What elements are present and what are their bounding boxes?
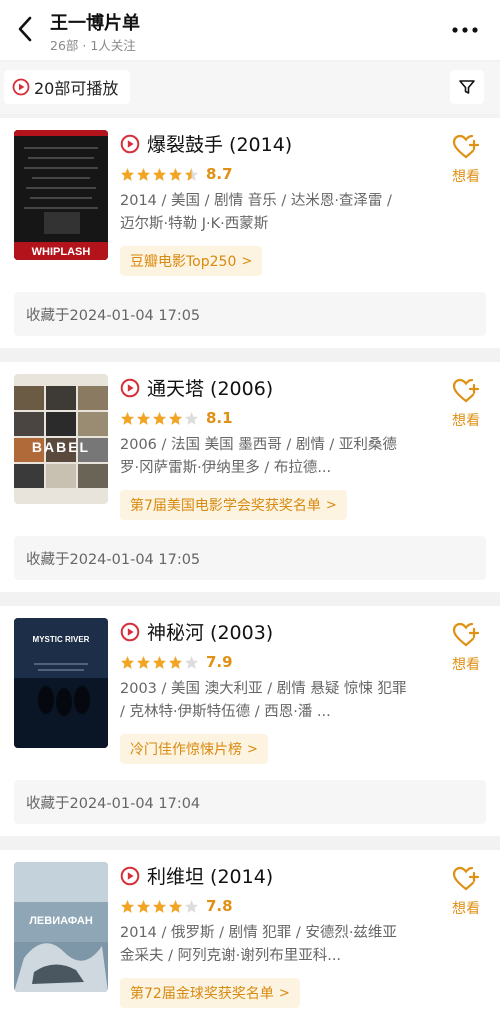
movie-title[interactable]: 爆裂鼓手 (2014)	[120, 130, 292, 157]
movie-card[interactable]: ЛЕВИАФАН 利维坦 (2014) 7.8 2014 / 俄罗斯 / 剧情 …	[0, 850, 500, 1014]
movie-poster[interactable]: MYSTIC RIVER	[14, 618, 108, 748]
play-circle-icon	[120, 622, 140, 641]
list-tag[interactable]: 第7届美国电影学会奖获奖名单 >	[120, 490, 347, 520]
list-tag[interactable]: 冷门佳作惊悚片榜 >	[120, 734, 268, 764]
star-rating	[120, 655, 200, 670]
want-to-watch-button[interactable]: 想看	[446, 132, 486, 186]
chevron-right-icon: >	[247, 741, 258, 757]
play-circle-icon	[120, 134, 140, 153]
movie-card[interactable]: MYSTIC RIVER 神秘河 (2003) 7.9 2003 / 美国 澳大…	[0, 606, 500, 836]
star-rating	[120, 411, 200, 426]
poster-title: BABEL	[32, 439, 90, 455]
poster-title: MYSTIC RIVER	[33, 635, 90, 644]
movie-card[interactable]: BABEL 通天塔 (2006) 8.1 2006 / 法国 美国 墨西哥 / …	[0, 362, 500, 592]
list-tag-label: 第72届金球奖获奖名单	[130, 986, 274, 1002]
movie-title-text: 神秘河 (2003)	[147, 622, 274, 644]
movie-meta: 2003 / 美国 澳大利亚 / 剧情 悬疑 惊悚 犯罪 / 克林特·伊斯特伍德…	[120, 681, 407, 720]
star-full-icon	[120, 899, 135, 913]
movie-meta: 2014 / 美国 / 剧情 音乐 / 达米恩·查泽雷 / 迈尔斯·特勒 J·K…	[120, 193, 392, 232]
star-full-icon	[152, 411, 167, 425]
top-bar: 王一博片单 26部 · 1人关注	[0, 0, 500, 60]
collected-date: 收藏于2024-01-04 17:05	[14, 536, 486, 580]
star-rating	[120, 899, 200, 914]
rating-score: 7.8	[206, 897, 233, 915]
play-circle-icon	[12, 78, 30, 96]
more-options-icon[interactable]	[450, 20, 480, 40]
collected-date: 收藏于2024-01-04 17:04	[14, 780, 486, 824]
star-half-icon	[184, 167, 199, 181]
back-arrow-icon[interactable]	[14, 14, 38, 44]
chevron-right-icon: >	[278, 985, 290, 1001]
movie-meta: 2014 / 俄罗斯 / 剧情 犯罪 / 安德烈·兹维亚金采夫 / 阿列克谢·谢…	[120, 925, 397, 964]
rating-score: 8.7	[206, 165, 233, 183]
movie-title[interactable]: 神秘河 (2003)	[120, 618, 273, 645]
chevron-right-icon: >	[241, 253, 253, 269]
movie-title[interactable]: 通天塔 (2006)	[120, 374, 273, 401]
want-to-watch-button[interactable]: 想看	[446, 864, 486, 918]
star-full-icon	[152, 655, 167, 669]
list-tag-label: 豆瓣电影Top250	[130, 254, 237, 270]
movie-title-text: 通天塔 (2006)	[147, 378, 274, 400]
star-full-icon	[120, 655, 135, 669]
heart-plus-icon	[452, 866, 480, 891]
page-title: 王一博片单	[50, 13, 140, 34]
star-full-icon	[168, 899, 183, 913]
star-full-icon	[168, 411, 183, 425]
movie-title[interactable]: 利维坦 (2014)	[120, 862, 273, 889]
star-full-icon	[168, 167, 183, 181]
want-to-watch-button[interactable]: 想看	[446, 620, 486, 674]
list-tag[interactable]: 第72届金球奖获奖名单 >	[120, 978, 300, 1008]
heart-plus-icon	[452, 622, 480, 647]
movie-title-text: 爆裂鼓手 (2014)	[147, 134, 293, 156]
chevron-right-icon: >	[325, 497, 337, 513]
rating-row: 7.8	[120, 897, 233, 915]
star-full-icon	[168, 655, 183, 669]
heart-plus-icon	[452, 134, 480, 159]
want-to-watch-label: 想看	[452, 169, 480, 185]
poster-title: ЛЕВИАФАН	[29, 915, 93, 927]
playable-count-label: 20部可播放	[34, 79, 119, 98]
star-rating	[120, 167, 200, 182]
list-tag[interactable]: 豆瓣电影Top250 >	[120, 246, 263, 276]
want-to-watch-label: 想看	[452, 901, 480, 917]
movie-card[interactable]: WHIPLASH 爆裂鼓手 (2014) 8.7 2014 / 美国 / 剧情 …	[0, 118, 500, 348]
star-empty-icon	[184, 655, 199, 669]
star-full-icon	[120, 411, 135, 425]
movie-poster[interactable]: WHIPLASH	[14, 130, 108, 260]
star-full-icon	[136, 411, 151, 425]
rating-row: 8.7	[120, 165, 233, 183]
page-subtitle: 26部 · 1人关注	[50, 38, 136, 53]
playable-filter-button[interactable]: 20部可播放	[4, 70, 131, 104]
star-full-icon	[136, 899, 151, 913]
movie-poster[interactable]: BABEL	[14, 374, 108, 504]
rating-score: 7.9	[206, 653, 233, 671]
star-empty-icon	[184, 899, 199, 913]
star-full-icon	[152, 167, 167, 181]
filter-button[interactable]	[450, 70, 484, 104]
rating-row: 7.9	[120, 653, 233, 671]
poster-title: WHIPLASH	[32, 246, 91, 258]
list-tag-label: 第7届美国电影学会奖获奖名单	[130, 498, 321, 514]
list-tag-label: 冷门佳作惊悚片榜	[130, 742, 242, 758]
collected-date: 收藏于2024-01-04 17:05	[14, 292, 486, 336]
movie-title-text: 利维坦 (2014)	[147, 866, 274, 888]
movie-poster[interactable]: ЛЕВИАФАН	[14, 862, 108, 992]
funnel-icon	[459, 80, 475, 94]
play-circle-icon	[120, 866, 140, 885]
want-to-watch-button[interactable]: 想看	[446, 376, 486, 430]
star-full-icon	[152, 899, 167, 913]
rating-row: 8.1	[120, 409, 233, 427]
filter-bar: 20部可播放	[0, 62, 500, 114]
star-full-icon	[120, 167, 135, 181]
play-circle-icon	[120, 378, 140, 397]
star-full-icon	[136, 655, 151, 669]
movie-meta: 2006 / 法国 美国 墨西哥 / 剧情 / 亚利桑德罗·冈萨雷斯·伊纳里多 …	[120, 437, 397, 476]
rating-score: 8.1	[206, 409, 233, 427]
heart-plus-icon	[452, 378, 480, 403]
star-full-icon	[136, 167, 151, 181]
want-to-watch-label: 想看	[452, 657, 480, 673]
want-to-watch-label: 想看	[452, 413, 480, 429]
star-empty-icon	[184, 411, 199, 425]
